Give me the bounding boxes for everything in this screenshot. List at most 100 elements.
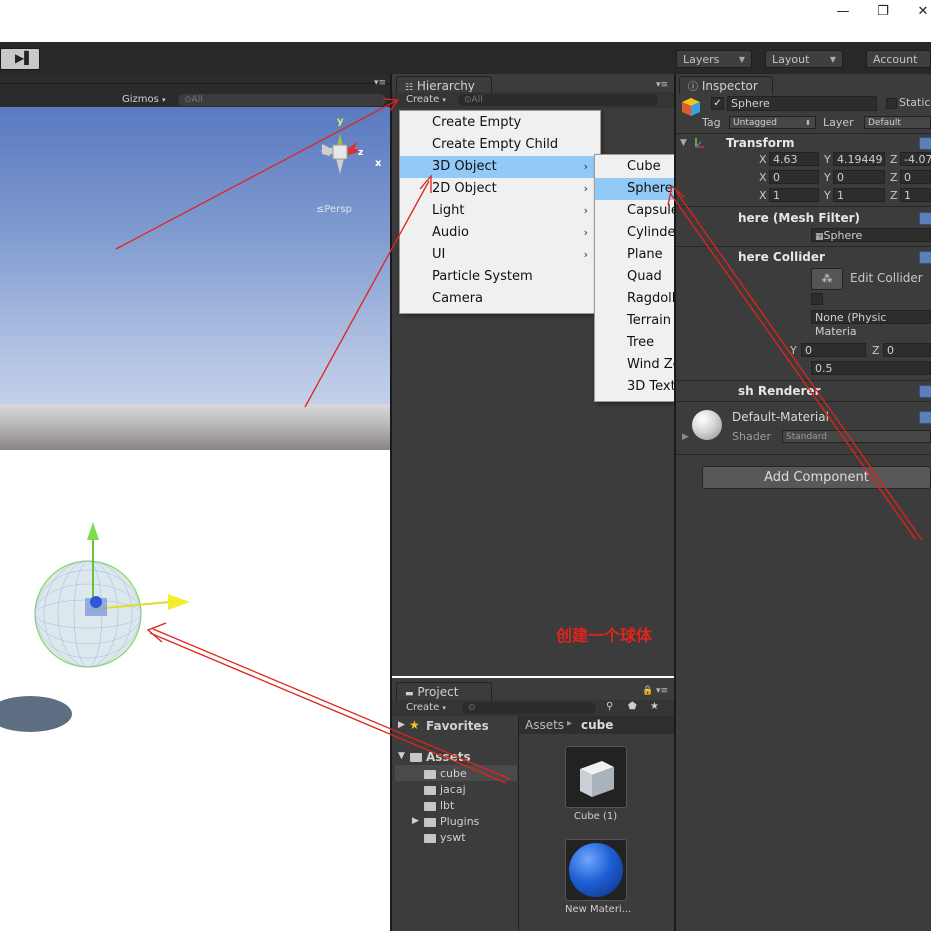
persp-label[interactable]: ≤Persp bbox=[316, 204, 352, 215]
folder-icon bbox=[424, 834, 436, 843]
create-menu-item[interactable]: Camera bbox=[400, 288, 598, 310]
folder-item[interactable]: jacaj bbox=[440, 783, 466, 796]
scene-toolbar: ▾≡ Gizmos ▾ ⊙All bbox=[0, 74, 390, 107]
hierarchy-create-dropdown[interactable]: Create ▾ bbox=[406, 94, 446, 105]
tag-dropdown[interactable]: Untagged ⬍ bbox=[729, 116, 816, 129]
mesh-field[interactable]: ▦Sphere bbox=[811, 228, 931, 242]
help-icon[interactable] bbox=[919, 251, 931, 264]
scale-z-field[interactable]: 1 bbox=[900, 188, 931, 202]
physic-material-field[interactable]: None (Physic Materia bbox=[811, 310, 931, 338]
breadcrumb-assets[interactable]: Assets bbox=[525, 718, 564, 732]
project-search-input[interactable]: ⊙ bbox=[462, 702, 596, 714]
layers-dropdown[interactable]: Layers ▼ bbox=[676, 50, 752, 68]
panel-menu-icon[interactable]: ▾≡ bbox=[656, 686, 668, 696]
project-create-dropdown[interactable]: Create ▾ bbox=[406, 702, 446, 713]
center-z-field[interactable]: 0 bbox=[883, 343, 931, 357]
tab-hierarchy-label: Hierarchy bbox=[416, 79, 475, 93]
help-icon[interactable] bbox=[919, 137, 931, 150]
shader-dropdown[interactable]: Standard bbox=[782, 430, 931, 443]
transform-header[interactable]: Transform bbox=[726, 136, 794, 150]
add-component-button[interactable]: Add Component bbox=[702, 466, 931, 489]
folder-item[interactable]: yswt bbox=[440, 831, 466, 844]
folder-item[interactable]: lbt bbox=[440, 799, 454, 812]
tab-inspector[interactable]: ⓘ Inspector bbox=[679, 76, 773, 94]
position-x-label: X bbox=[759, 153, 767, 166]
scene-view[interactable]: ▾≡ Gizmos ▾ ⊙All y x z ≤Persp bbox=[0, 74, 390, 931]
gizmo-x-label: x bbox=[375, 158, 382, 169]
foldout-arrow-icon[interactable]: ▼ bbox=[680, 138, 687, 148]
create-menu-item[interactable]: Particle System bbox=[400, 266, 598, 288]
step-button[interactable]: ▶▌ bbox=[0, 48, 40, 70]
annotation-text: 创建一个球体 bbox=[556, 626, 653, 645]
position-z-field[interactable]: -4.07 bbox=[900, 152, 931, 166]
layer-dropdown[interactable]: Default bbox=[864, 116, 931, 129]
is-trigger-checkbox[interactable] bbox=[811, 293, 823, 305]
chevron-right-icon: › bbox=[583, 160, 588, 173]
menu-item-label: Cube bbox=[627, 159, 661, 174]
restore-button[interactable]: ❐ bbox=[873, 4, 893, 20]
sphere-object[interactable] bbox=[0, 514, 210, 744]
close-button[interactable]: ✕ bbox=[913, 4, 931, 20]
project-toolbar: Create ▾ ⊙ ⚲ ⬟ ★ bbox=[392, 700, 674, 716]
filter-type-icon[interactable]: ⚲ bbox=[606, 701, 613, 712]
gizmos-dropdown[interactable]: Gizmos ▾ bbox=[122, 94, 166, 105]
edit-collider-button[interactable]: ⁂ bbox=[811, 268, 843, 290]
panel-menu-icon[interactable]: ▾≡ bbox=[656, 80, 668, 90]
hierarchy-search-input[interactable]: ⊙All bbox=[458, 94, 658, 106]
orientation-gizmo[interactable] bbox=[300, 114, 390, 194]
mesh-renderer-header[interactable]: sh Renderer bbox=[738, 384, 821, 398]
menu-item-label: Cylinder bbox=[627, 225, 681, 240]
assets-folder-icon bbox=[410, 753, 422, 762]
help-icon[interactable] bbox=[919, 385, 931, 398]
active-checkbox[interactable]: ✓ bbox=[711, 97, 724, 110]
foldout-arrow-icon[interactable]: ▼ bbox=[398, 751, 405, 761]
help-icon[interactable] bbox=[919, 212, 931, 225]
scene-search-input[interactable]: ⊙All bbox=[178, 94, 386, 106]
create-menu-item[interactable]: Create Empty Child bbox=[400, 134, 598, 156]
create-menu-item[interactable]: UI › bbox=[400, 244, 598, 266]
favorites-label[interactable]: Favorites bbox=[426, 719, 489, 733]
object-name-field[interactable]: Sphere bbox=[727, 96, 877, 111]
asset-material-thumbnail[interactable] bbox=[565, 839, 627, 901]
rotation-x-field[interactable]: 0 bbox=[769, 170, 819, 184]
rotation-y-field[interactable]: 0 bbox=[833, 170, 885, 184]
create-menu-item[interactable]: 2D Object › bbox=[400, 178, 598, 200]
scale-y-field[interactable]: 1 bbox=[833, 188, 885, 202]
foldout-arrow-icon[interactable]: ▶ bbox=[398, 720, 405, 730]
position-x-field[interactable]: 4.63 bbox=[769, 152, 819, 166]
scale-x-field[interactable]: 1 bbox=[769, 188, 819, 202]
layout-dropdown[interactable]: Layout ▼ bbox=[765, 50, 843, 68]
step-icon: ▶▌ bbox=[15, 51, 34, 65]
foldout-arrow-icon[interactable]: ▶ bbox=[682, 432, 689, 442]
filter-label-icon[interactable]: ⬟ bbox=[628, 701, 637, 712]
position-y-label: Y bbox=[824, 153, 831, 166]
position-y-field[interactable]: 4.19449 bbox=[833, 152, 885, 166]
asset-cube-thumbnail[interactable] bbox=[565, 746, 627, 808]
panel-menu-icon[interactable]: ▾≡ bbox=[374, 78, 386, 88]
radius-field[interactable]: 0.5 bbox=[811, 361, 931, 375]
minimize-button[interactable]: — bbox=[833, 4, 853, 20]
position-z-label: Z bbox=[890, 153, 898, 166]
chevron-down-icon: ▾ bbox=[442, 704, 446, 712]
rotation-z-field[interactable]: 0 bbox=[900, 170, 931, 184]
material-sphere-icon bbox=[569, 843, 623, 897]
folder-item[interactable]: Plugins bbox=[440, 815, 479, 828]
create-menu-item[interactable]: Create Empty bbox=[400, 112, 598, 134]
assets-label[interactable]: Assets bbox=[426, 750, 471, 764]
static-checkbox[interactable] bbox=[886, 98, 897, 109]
folder-item[interactable]: cube bbox=[440, 767, 467, 780]
sphere-collider-header[interactable]: here Collider bbox=[738, 250, 825, 264]
mesh-filter-header[interactable]: here (Mesh Filter) bbox=[738, 211, 860, 225]
lock-icon[interactable]: 🔒 bbox=[642, 686, 653, 696]
create-menu-item[interactable]: Audio › bbox=[400, 222, 598, 244]
account-dropdown[interactable]: Account bbox=[866, 50, 931, 68]
tab-project[interactable]: ▬ Project bbox=[396, 682, 492, 700]
help-icon[interactable] bbox=[919, 411, 931, 424]
foldout-arrow-icon[interactable]: ▶ bbox=[412, 816, 419, 826]
favorite-star-icon[interactable]: ★ bbox=[650, 701, 659, 712]
center-y-field[interactable]: 0 bbox=[801, 343, 866, 357]
breadcrumb-cube[interactable]: cube bbox=[581, 718, 613, 732]
create-menu-item[interactable]: 3D Object › bbox=[400, 156, 598, 178]
scale-z-label: Z bbox=[890, 189, 898, 202]
create-menu-item[interactable]: Light › bbox=[400, 200, 598, 222]
